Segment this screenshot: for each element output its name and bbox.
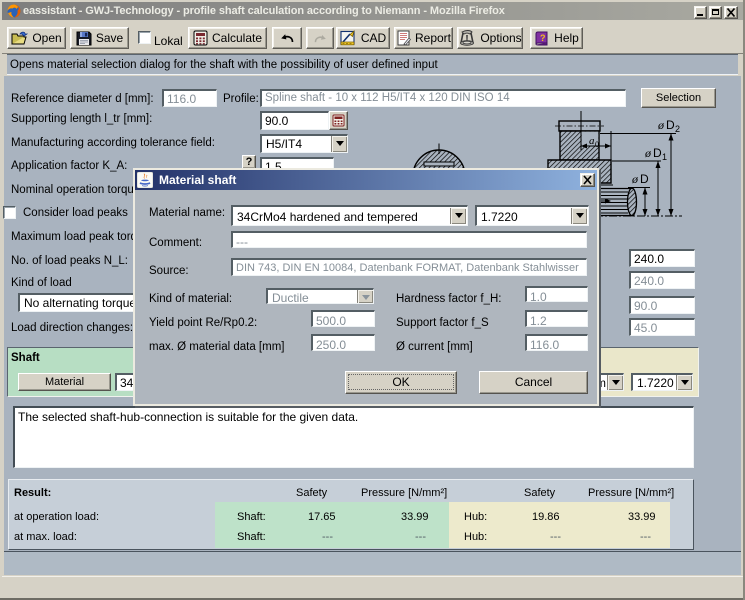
svg-text:D: D bbox=[666, 118, 675, 132]
svg-text:0: 0 bbox=[595, 140, 599, 149]
svg-text:D: D bbox=[653, 146, 662, 160]
svg-text:1: 1 bbox=[662, 152, 667, 162]
svg-text:2: 2 bbox=[675, 124, 680, 134]
svg-text:ø: ø bbox=[657, 118, 665, 132]
svg-text:?: ? bbox=[540, 33, 546, 43]
svg-text:ø: ø bbox=[644, 146, 652, 160]
svg-text:ø: ø bbox=[631, 172, 639, 186]
svg-text:D: D bbox=[640, 172, 649, 186]
